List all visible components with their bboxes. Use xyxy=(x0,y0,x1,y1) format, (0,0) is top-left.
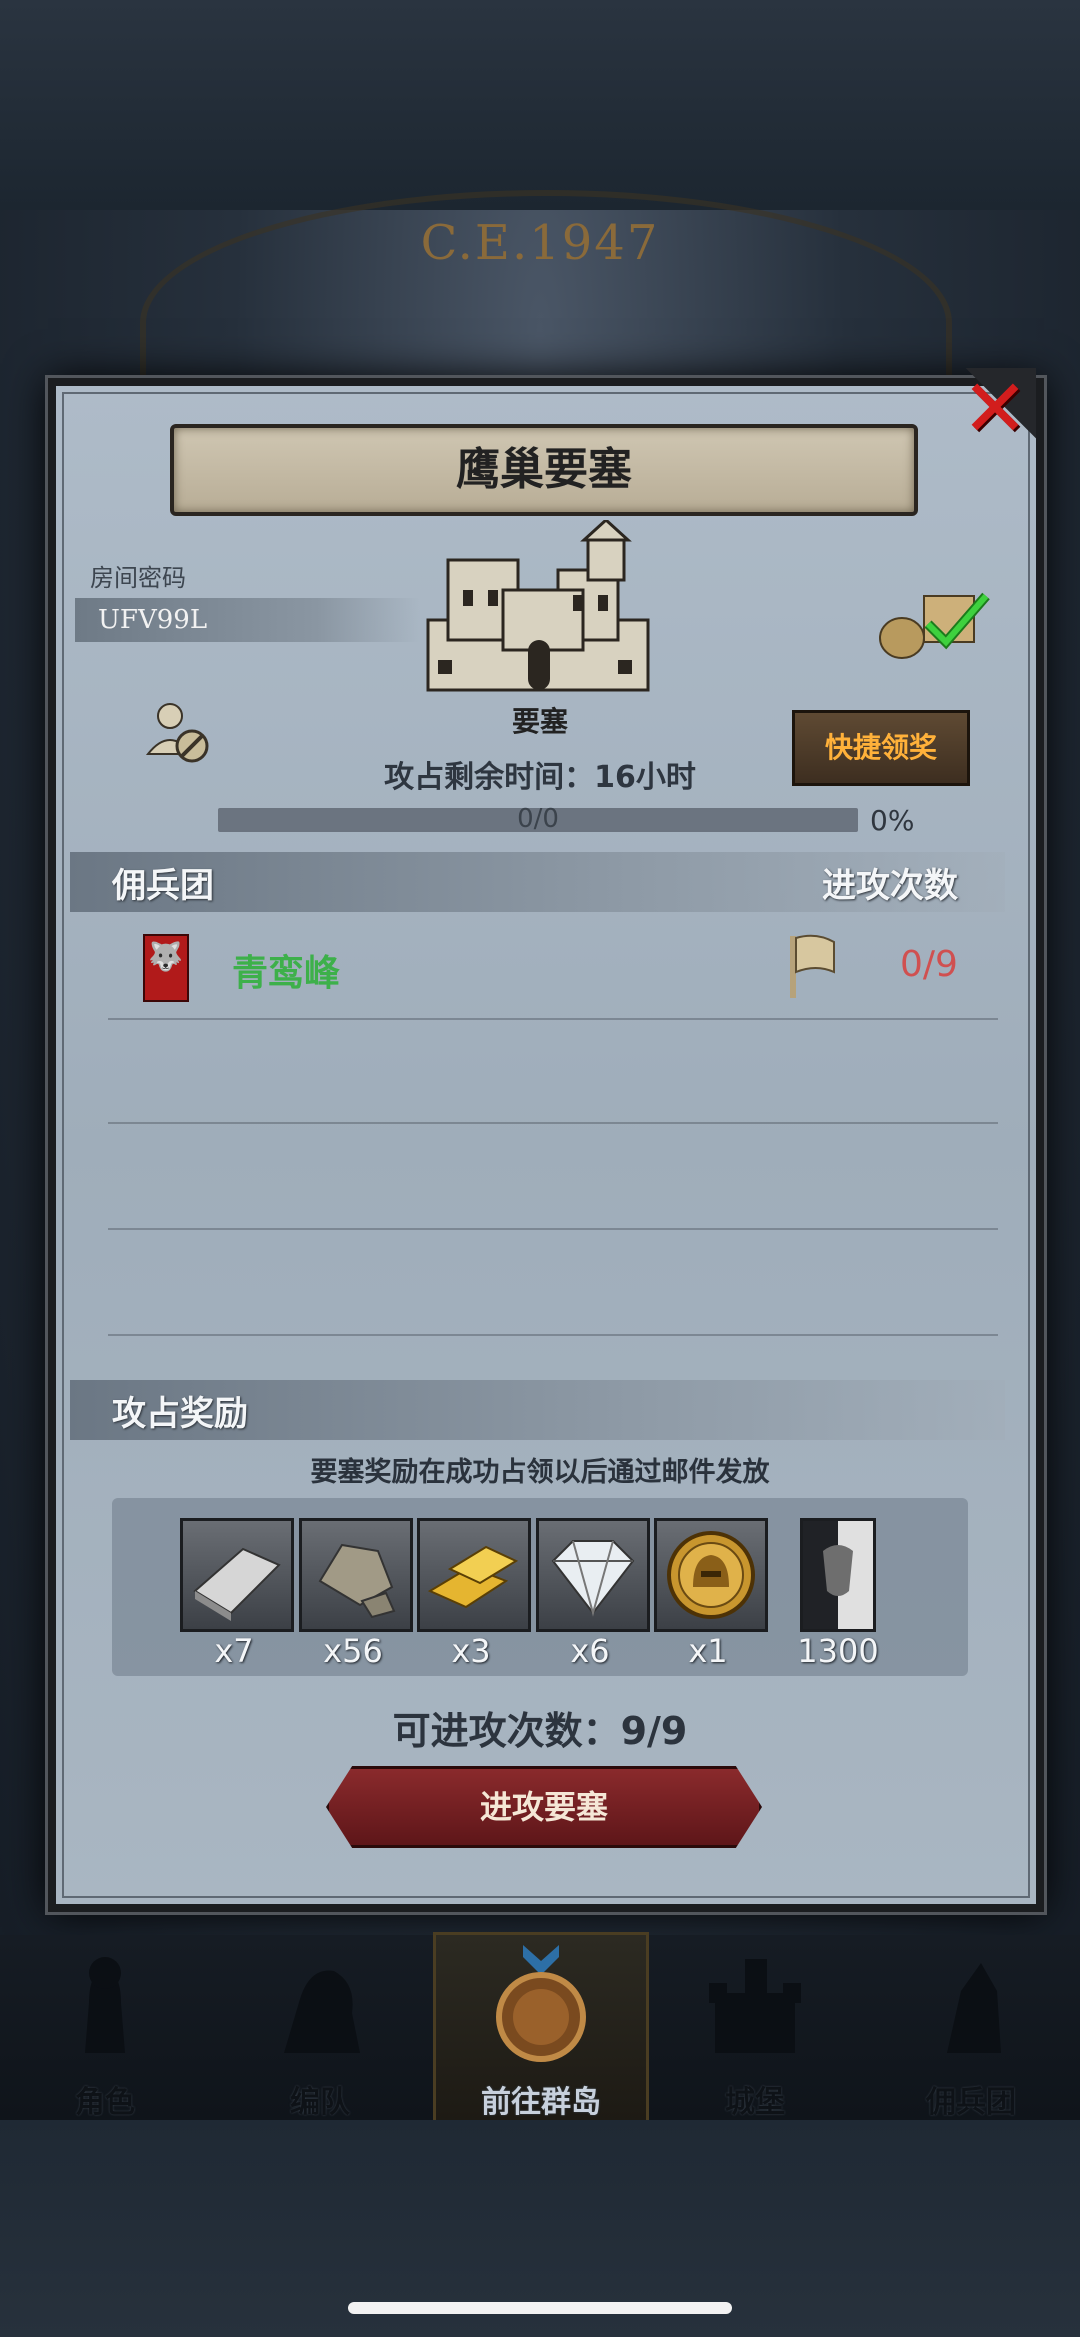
row-divider xyxy=(108,1018,998,1020)
available-attacks: 可进攻次数：9/9 xyxy=(392,1709,688,1753)
stone-ore-icon xyxy=(318,1543,396,1619)
fortress-label: 要塞 xyxy=(511,705,568,738)
reward-qty: 1300 xyxy=(797,1632,879,1670)
row-divider xyxy=(108,1122,998,1124)
nav-item-islands[interactable]: 前往群岛 xyxy=(433,1932,649,2123)
warrior-icon xyxy=(284,1970,360,2053)
nav-item-character[interactable]: 角色 xyxy=(0,1935,210,2120)
reward-item-diamond[interactable] xyxy=(536,1518,650,1632)
attack-count-header: 进攻次数 xyxy=(822,866,958,906)
reward-header: 攻占奖励 xyxy=(112,1394,248,1434)
nav-label: 编队 xyxy=(290,2085,350,2120)
quick-claim-button[interactable]: 快捷领奖 xyxy=(792,710,970,786)
gold-bars-icon xyxy=(427,1545,519,1609)
honor-banner-icon xyxy=(823,1545,853,1596)
attack-fortress-button[interactable]: 进攻要塞 xyxy=(326,1766,762,1848)
flag-icon xyxy=(790,934,835,998)
reward-qty: x1 xyxy=(688,1632,728,1670)
progress-percent: 0% xyxy=(870,804,915,837)
mercenary-attack-count: 0/9 xyxy=(900,944,958,985)
reward-note: 要塞奖励在成功占领以后通过邮件发放 xyxy=(310,1457,770,1488)
nav-label: 城堡 xyxy=(725,2085,785,2120)
user-ban-icon[interactable] xyxy=(144,698,214,768)
progress-text: 0/0 xyxy=(517,804,559,834)
knight-icon xyxy=(85,1957,125,2053)
era-label: C.E.1947 xyxy=(420,215,660,271)
wolf-icon: 🐺 xyxy=(148,940,183,973)
room-code-value[interactable]: UFV99L xyxy=(98,598,207,642)
nav-label: 角色 xyxy=(75,2085,135,2120)
reward-item-gold[interactable] xyxy=(417,1518,531,1632)
helmet-coin-icon xyxy=(667,1531,755,1619)
loot-bag-check-icon[interactable] xyxy=(876,582,994,662)
time-remaining: 攻占剩余时间：16小时 xyxy=(384,760,696,795)
status-area xyxy=(0,0,1080,210)
mercenary-header: 佣兵团 xyxy=(112,866,214,906)
home-indicator[interactable] xyxy=(348,2302,732,2314)
reward-item-honor[interactable] xyxy=(800,1518,876,1632)
reward-item-helmet-coin[interactable] xyxy=(654,1518,768,1632)
nav-label: 前往群岛 xyxy=(481,2085,601,2120)
reward-qty: x56 xyxy=(323,1632,383,1670)
nav-label: 佣兵团 xyxy=(926,2085,1016,2120)
row-divider xyxy=(108,1334,998,1336)
title-plate: 鹰巢要塞 xyxy=(170,424,918,516)
modal-title: 鹰巢要塞 xyxy=(456,444,632,495)
close-icon[interactable]: ✕ xyxy=(958,369,1032,449)
reward-qty: x6 xyxy=(570,1632,610,1670)
reward-item-stone[interactable] xyxy=(299,1518,413,1632)
nav-item-castle[interactable]: 城堡 xyxy=(650,1935,860,2120)
castle-icon xyxy=(709,1959,801,2053)
nav-item-mercenary[interactable]: 佣兵团 xyxy=(866,1935,1076,2120)
reward-qty: x7 xyxy=(214,1632,254,1670)
diamond-icon xyxy=(551,1540,635,1617)
castle-icon xyxy=(426,520,650,692)
compass-icon xyxy=(496,1945,586,2062)
mercenary-icon xyxy=(947,1963,1001,2053)
reward-item-silver[interactable] xyxy=(180,1518,294,1632)
room-code-label: 房间密码 xyxy=(90,564,186,592)
mercenary-name[interactable]: 青鸾峰 xyxy=(232,944,340,996)
row-divider xyxy=(108,1228,998,1230)
silver-ingot-icon xyxy=(193,1547,281,1621)
reward-qty: x3 xyxy=(451,1632,491,1670)
nav-item-formation[interactable]: 编队 xyxy=(215,1935,425,2120)
